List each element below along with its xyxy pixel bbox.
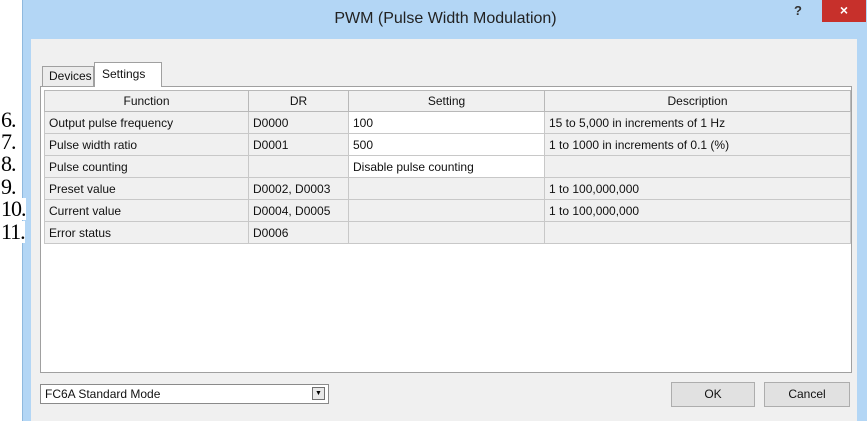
mode-select-value: FC6A Standard Mode — [45, 387, 161, 401]
table-row[interactable]: Pulse width ratio D0001 500 1 to 1000 in… — [44, 133, 851, 156]
dr-cell: D0000 — [248, 111, 349, 134]
table-row[interactable]: Error status D0006 — [44, 221, 851, 244]
function-cell: Output pulse frequency — [44, 111, 249, 134]
dr-cell — [248, 155, 349, 178]
ok-button[interactable]: OK — [671, 382, 755, 407]
column-header-setting[interactable]: Setting — [348, 90, 545, 112]
row-number-label: 7. — [0, 129, 16, 154]
table-row[interactable]: Pulse counting Disable pulse counting — [44, 155, 851, 178]
setting-cell — [348, 221, 545, 244]
description-cell: 1 to 1000 in increments of 0.1 (%) — [544, 133, 851, 156]
close-button[interactable]: × — [822, 0, 866, 22]
tab-devices[interactable]: Devices — [42, 66, 94, 86]
column-header-function[interactable]: Function — [44, 90, 249, 112]
dr-cell: D0004, D0005 — [248, 199, 349, 222]
column-header-dr[interactable]: DR — [248, 90, 349, 112]
setting-cell[interactable]: 500 — [348, 133, 545, 156]
setting-cell[interactable]: 100 — [348, 111, 545, 134]
dialog-client-area: Devices Settings Function DR Setting Des… — [31, 39, 857, 421]
settings-table: Function DR Setting Description Output p… — [44, 90, 851, 244]
setting-cell — [348, 199, 545, 222]
title-bar[interactable]: PWM (Pulse Width Modulation) ? × — [23, 0, 867, 38]
row-number-label: 10. — [0, 196, 26, 221]
cancel-button[interactable]: Cancel — [764, 382, 850, 407]
table-header-row: Function DR Setting Description — [44, 90, 851, 112]
function-cell: Pulse width ratio — [44, 133, 249, 156]
column-header-description[interactable]: Description — [544, 90, 851, 112]
settings-panel: Function DR Setting Description Output p… — [40, 86, 852, 373]
tab-settings[interactable]: Settings — [94, 62, 162, 87]
row-number-label: 9. — [0, 174, 16, 199]
table-row[interactable]: Output pulse frequency D0000 100 15 to 5… — [44, 111, 851, 134]
row-number-label: 6. — [0, 107, 16, 132]
function-cell: Pulse counting — [44, 155, 249, 178]
dr-cell: D0002, D0003 — [248, 177, 349, 200]
dr-cell: D0006 — [248, 221, 349, 244]
function-cell: Preset value — [44, 177, 249, 200]
table-row[interactable]: Current value D0004, D0005 1 to 100,000,… — [44, 199, 851, 222]
row-number-label: 11. — [0, 219, 26, 244]
table-row[interactable]: Preset value D0002, D0003 1 to 100,000,0… — [44, 177, 851, 200]
description-cell — [544, 221, 851, 244]
function-cell: Error status — [44, 221, 249, 244]
row-number-label: 8. — [0, 151, 16, 176]
setting-cell[interactable]: Disable pulse counting — [348, 155, 545, 178]
help-button[interactable]: ? — [783, 0, 813, 24]
window-title: PWM (Pulse Width Modulation) — [334, 10, 557, 27]
pwm-dialog: PWM (Pulse Width Modulation) ? × Devices… — [22, 0, 867, 421]
mode-select[interactable]: FC6A Standard Mode ▼ — [40, 384, 329, 404]
description-cell: 15 to 5,000 in increments of 1 Hz — [544, 111, 851, 134]
description-cell — [544, 155, 851, 178]
function-cell: Current value — [44, 199, 249, 222]
dr-cell: D0001 — [248, 133, 349, 156]
description-cell: 1 to 100,000,000 — [544, 177, 851, 200]
setting-cell — [348, 177, 545, 200]
description-cell: 1 to 100,000,000 — [544, 199, 851, 222]
dropdown-arrow-icon[interactable]: ▼ — [312, 387, 325, 400]
